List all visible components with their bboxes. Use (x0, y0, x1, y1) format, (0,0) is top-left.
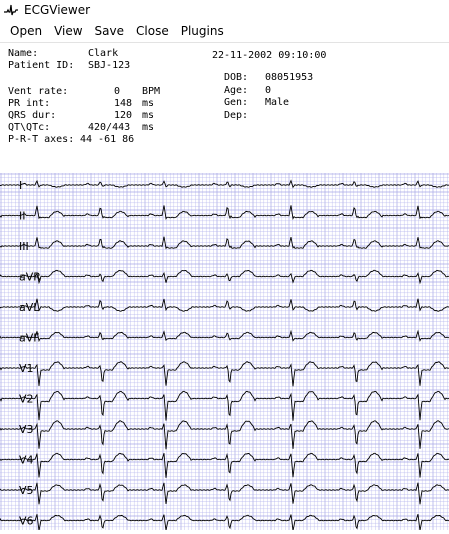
window-title: ECGViewer (24, 3, 91, 17)
age-value: 0 (265, 85, 272, 96)
record-datetime: 22-11-2002 09:10:00 (212, 50, 327, 61)
name-label: Name: (8, 48, 39, 59)
lead-label-v6: V6 (19, 515, 34, 528)
menu-view[interactable]: View (48, 24, 88, 38)
ecg-waveform-icon (4, 4, 18, 16)
ecg-grid (0, 173, 449, 530)
patient-info-panel: Name: Clark Patient ID: SBJ-123 22-11-20… (0, 43, 449, 173)
name-value: Clark (88, 48, 119, 59)
qrs-duration-value: 120 (114, 110, 133, 121)
lead-label-avf: aVF (19, 332, 40, 345)
vent-rate-unit: BPM (142, 86, 161, 97)
lead-label-v3: V3 (19, 423, 34, 436)
patient-id-label: Patient ID: (8, 60, 75, 71)
qrs-duration-unit: ms (142, 110, 155, 121)
pr-interval-value: 148 (114, 98, 133, 109)
menu-save[interactable]: Save (89, 24, 130, 38)
gender-label: Gen: (224, 97, 249, 108)
menu-plugins[interactable]: Plugins (175, 24, 230, 38)
dob-value: 08051953 (265, 72, 314, 83)
gender-value: Male (265, 97, 290, 108)
pr-interval-label: PR int: (8, 98, 51, 109)
lead-label-iii: III (19, 240, 29, 253)
lead-label-v2: V2 (19, 393, 34, 406)
pr-interval-unit: ms (142, 98, 155, 109)
prt-axes-label: P-R-T axes: (8, 134, 75, 145)
qrs-duration-label: QRS dur: (8, 110, 57, 121)
qt-qtc-value: 420/443 (88, 122, 131, 133)
lead-label-i: I (19, 179, 22, 192)
menu-bar: Open View Save Close Plugins (0, 20, 449, 43)
lead-label-v1: V1 (19, 362, 34, 375)
lead-label-v4: V4 (19, 454, 34, 467)
qt-qtc-label: QT\QTc: (8, 122, 51, 133)
lead-label-ii: II (19, 210, 26, 223)
lead-label-avr: aVR (19, 271, 41, 284)
lead-label-v5: V5 (19, 484, 34, 497)
patient-id-value: SBJ-123 (88, 60, 131, 71)
qt-qtc-unit: ms (142, 122, 155, 133)
age-label: Age: (224, 85, 249, 96)
ecg-plot: IIIIIIaVRaVLaVFV1V2V3V4V5V6 (0, 173, 449, 530)
prt-axes-value: 44 -61 86 (80, 134, 135, 145)
title-bar: ECGViewer (0, 0, 449, 20)
vent-rate-value: 0 (114, 86, 121, 97)
lead-label-avl: aVL (19, 301, 40, 314)
department-label: Dep: (224, 110, 249, 121)
dob-label: DOB: (224, 72, 249, 83)
menu-open[interactable]: Open (4, 24, 48, 38)
vent-rate-label: Vent rate: (8, 86, 69, 97)
menu-close[interactable]: Close (130, 24, 175, 38)
